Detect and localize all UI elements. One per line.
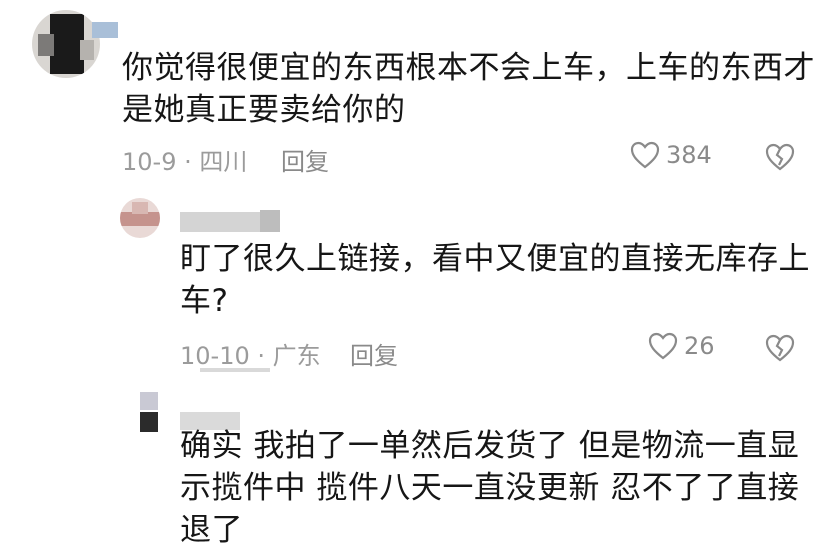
avatar-mosaic-detail <box>132 202 148 214</box>
reply-comment-1: 盯了很久上链接，看中又便宜的直接无库存上 车? 10-10 · 广东 回复 26 <box>0 190 828 380</box>
username-redacted[interactable] <box>92 22 118 38</box>
avatar-mosaic-detail <box>38 34 54 56</box>
like-count: 384 <box>666 141 712 169</box>
dislike-button[interactable] <box>765 143 795 175</box>
avatar-mosaic-detail <box>80 40 94 60</box>
reply-button[interactable]: 回复 <box>350 336 398 371</box>
comment-text-line: 退了 <box>180 512 243 548</box>
comment-text-line: 盯了很久上链接，看中又便宜的直接无库存上 <box>180 241 810 277</box>
reply-comment-2: 确实 我拍了一单然后发货了 但是物流一直显 示揽件中 揽件八天一直没更新 忍不了… <box>0 380 828 556</box>
comment-date-location: 10-10 · 广东 <box>180 342 321 370</box>
avatar[interactable] <box>138 392 162 432</box>
like-button[interactable]: 26 <box>648 332 715 360</box>
redaction-mark <box>200 368 270 372</box>
dislike-button[interactable] <box>765 334 795 366</box>
comment-text-line: 车? <box>180 283 229 319</box>
avatar-mosaic <box>140 392 158 410</box>
heart-outline-icon <box>648 332 678 360</box>
reply-button[interactable]: 回复 <box>281 142 329 177</box>
comment-1: 你觉得很便宜的东西根本不会上车，上车的东西才 是她真正要卖给你的 10-9 · … <box>0 0 828 190</box>
heart-outline-icon <box>630 141 660 169</box>
avatar[interactable] <box>120 198 160 238</box>
like-button[interactable]: 384 <box>630 141 712 169</box>
avatar[interactable] <box>32 10 100 78</box>
avatar-mosaic <box>50 14 84 74</box>
broken-heart-icon <box>765 334 795 366</box>
username-redacted[interactable] <box>180 212 272 232</box>
like-count: 26 <box>684 332 715 360</box>
avatar-mosaic <box>120 212 160 226</box>
broken-heart-icon <box>765 143 795 175</box>
comment-text-line: 确实 我拍了一单然后发货了 但是物流一直显 <box>180 428 800 464</box>
comment-text-line: 你觉得很便宜的东西根本不会上车，上车的东西才 <box>122 50 815 86</box>
comment-date-location: 10-9 · 四川 <box>122 148 248 176</box>
comment-text-line: 是她真正要卖给你的 <box>122 92 406 128</box>
avatar-mosaic-detail <box>140 412 158 432</box>
comment-text-line: 示揽件中 揽件八天一直没更新 忍不了了直接 <box>180 470 800 506</box>
username-redacted-extra <box>260 210 280 232</box>
